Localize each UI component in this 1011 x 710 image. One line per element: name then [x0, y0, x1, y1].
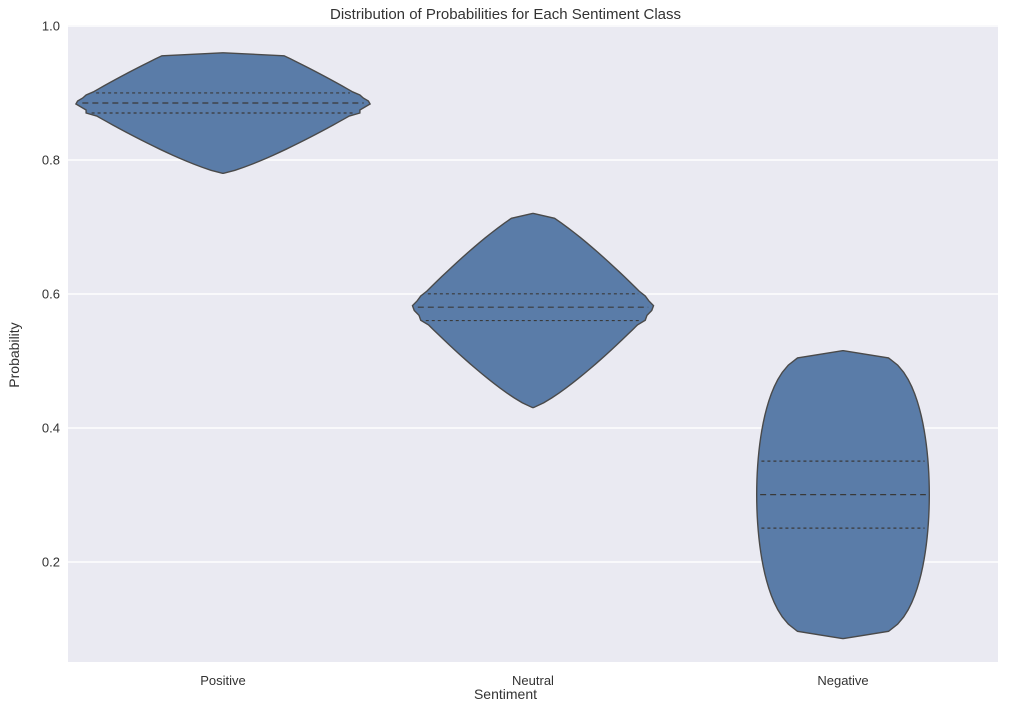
y-tick-label: 0.2	[30, 554, 60, 569]
y-axis-label: Probability	[6, 322, 22, 387]
gridline	[68, 427, 998, 429]
chart-container: Distribution of Probabilities for Each S…	[0, 0, 1011, 710]
y-tick-label: 1.0	[30, 19, 60, 34]
y-tick-label: 0.4	[30, 420, 60, 435]
gridline	[68, 25, 998, 27]
gridline	[68, 159, 998, 161]
x-axis-label: Sentiment	[0, 686, 1011, 702]
chart-title: Distribution of Probabilities for Each S…	[0, 6, 1011, 23]
gridline	[68, 293, 998, 295]
plot-area: 0.20.40.60.81.0PositiveNeutralNegative	[68, 26, 998, 662]
y-tick-label: 0.8	[30, 152, 60, 167]
gridline	[68, 561, 998, 563]
y-tick-label: 0.6	[30, 286, 60, 301]
